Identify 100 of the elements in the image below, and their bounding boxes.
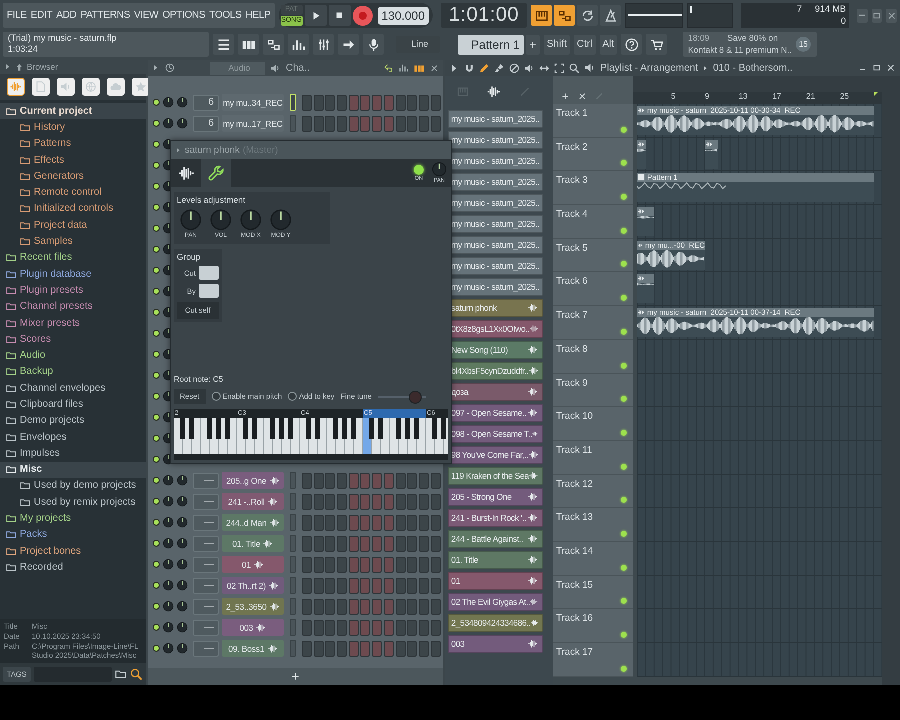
mixer-track-field[interactable]: — <box>193 536 219 552</box>
browser-item[interactable]: Demo projects <box>0 412 146 429</box>
browser-item[interactable]: Envelopes <box>0 428 146 446</box>
browser-item[interactable]: Scores <box>0 331 146 348</box>
browser-item[interactable]: Samples <box>0 233 146 250</box>
track-header[interactable]: Track 10 <box>553 407 634 441</box>
track-header[interactable]: Track 5 <box>553 238 634 272</box>
browser-item[interactable]: Effects <box>0 152 146 168</box>
snap-dropdown[interactable]: Line <box>396 36 440 53</box>
channel-button[interactable]: 02 Th..rt 2) <box>222 577 284 594</box>
track-header[interactable]: Track 11 <box>553 440 634 475</box>
browser-item[interactable]: Used by remix projects <box>0 494 146 510</box>
mixer-track-field[interactable]: 6 <box>193 116 219 132</box>
channel-button[interactable]: 01. Title <box>222 535 284 552</box>
browser-item[interactable]: Initialized controls <box>0 200 146 218</box>
track-header[interactable]: Track 6 <box>553 272 634 306</box>
mixer-track-field[interactable]: — <box>193 620 219 636</box>
browser-item[interactable]: My projects <box>0 510 146 527</box>
clip-source[interactable]: 01 <box>448 572 544 590</box>
browser-item[interactable]: Plugin presets <box>0 282 146 299</box>
browser-item[interactable]: Recorded <box>0 559 146 576</box>
channel-button[interactable]: my mu..17_REC <box>222 115 284 132</box>
track-header[interactable]: Track 4 <box>553 205 634 239</box>
track-header[interactable]: Track 7 <box>553 306 634 340</box>
browser-item[interactable]: Generators <box>0 168 146 184</box>
track-header[interactable]: Track 9 <box>553 374 634 408</box>
browser-item[interactable]: Backup <box>0 364 146 380</box>
mixer-track-field[interactable]: — <box>193 494 219 510</box>
mixer-track-field[interactable]: — <box>193 514 219 530</box>
browser-item[interactable]: Project bones <box>0 543 146 560</box>
menu-item[interactable]: OPTIONS <box>162 10 206 21</box>
clip-source[interactable]: 01. Title <box>448 551 544 569</box>
track-header[interactable]: Track 14 <box>553 542 634 576</box>
clip-source[interactable]: my music - saturn_2025.. <box>448 110 544 128</box>
clip-source[interactable]: 02 The Evil Giygas At.. <box>448 593 544 611</box>
mixer-track-field[interactable]: — <box>193 472 219 488</box>
clip-source[interactable]: 2_534809424334686.. <box>448 614 544 632</box>
mixer-track-field[interactable]: — <box>193 598 219 614</box>
track-header[interactable]: Track 15 <box>553 576 634 610</box>
browser-item[interactable]: Used by demo projects <box>0 478 146 494</box>
browser-item[interactable]: History <box>0 119 146 136</box>
browser-item[interactable]: Channel envelopes <box>0 380 146 396</box>
item-label: My projects <box>20 513 72 524</box>
clip-source[interactable]: 003 <box>448 635 544 653</box>
add-pattern-button[interactable]: + <box>526 34 540 54</box>
track-header[interactable]: Track 1 <box>553 104 634 138</box>
modifier-key[interactable]: Shift <box>544 34 570 54</box>
track-header[interactable]: Track 3 <box>553 171 634 206</box>
add-channel-button[interactable]: + <box>292 669 300 684</box>
browser-item[interactable]: Plugin database <box>0 266 146 282</box>
menu-item[interactable]: FILE <box>7 10 27 21</box>
mixer-track-field[interactable]: — <box>193 556 219 572</box>
clip-source[interactable]: my music - saturn_2025.. <box>448 131 544 149</box>
clip-source[interactable]: 205 - Strong One <box>448 488 544 506</box>
browser-item[interactable]: Impulses <box>0 445 146 462</box>
browser-item[interactable]: Mixer presets <box>0 314 146 332</box>
track-header[interactable]: Track 8 <box>553 340 634 374</box>
clip-source[interactable]: 244 - Battle Against.. <box>448 530 544 548</box>
track-header[interactable]: Track 13 <box>553 508 634 542</box>
tempo-display[interactable]: 130.000 <box>378 6 430 24</box>
browser-item[interactable]: Packs <box>0 526 146 544</box>
browser-item[interactable]: Audio <box>0 347 146 364</box>
item-label: Audio <box>20 350 46 362</box>
browser-item[interactable]: Project data <box>0 217 146 234</box>
channel-button[interactable]: 205..g One <box>222 472 284 489</box>
clip-source[interactable]: 241 - Burst-In Rock '.. <box>448 509 544 527</box>
channel-button[interactable]: 01 <box>222 556 284 573</box>
browser-item[interactable]: Recent files <box>0 250 146 266</box>
item-label: Remote control <box>34 187 102 198</box>
menu-item[interactable]: ADD <box>56 10 77 21</box>
menu-item[interactable]: VIEW <box>134 10 159 21</box>
browser-item[interactable]: Misc <box>0 462 146 478</box>
track-header[interactable]: Track 12 <box>553 474 634 508</box>
menu-item[interactable]: TOOLS <box>209 10 242 21</box>
menu-item[interactable]: EDIT <box>30 10 53 21</box>
browser-item[interactable]: Patterns <box>0 136 146 152</box>
menu-item[interactable]: HELP <box>246 10 271 21</box>
mixer-track-field[interactable]: — <box>193 640 219 656</box>
mixer-track-field[interactable]: — <box>193 578 219 594</box>
news-panel[interactable]: 18:09 Save 80% on 15 Kontakt 8 & 11 premium N.. <box>683 32 818 57</box>
channel-button[interactable]: 09. Boss1 <box>222 640 284 657</box>
modifier-key[interactable]: Ctrl <box>574 34 596 54</box>
browser-item[interactable]: Channel presets <box>0 298 146 315</box>
channel-button[interactable]: 003 <box>222 619 284 636</box>
channel-button[interactable]: my mu..34_REC <box>222 94 284 111</box>
track-header[interactable]: Track 17 <box>553 643 634 677</box>
track-header[interactable]: Track 16 <box>553 609 634 643</box>
modifier-key[interactable]: Alt <box>600 34 618 54</box>
browser-item[interactable]: Current project <box>0 103 146 120</box>
browser-item[interactable]: Remote control <box>0 184 146 201</box>
clip-source[interactable]: 119 Kraken of the Sea <box>448 467 544 485</box>
item-label: Generators <box>34 170 84 182</box>
channel-button[interactable]: 241 -..Roll <box>222 493 284 510</box>
channel-button[interactable]: 244..d Man <box>222 514 284 531</box>
track-header[interactable]: Track 2 <box>553 138 634 172</box>
browser-item[interactable]: Clipboard files <box>0 396 146 413</box>
channel-button[interactable]: 2_53..3650 <box>222 598 284 615</box>
pattern-selector[interactable]: Pattern 1 <box>458 34 524 54</box>
menu-item[interactable]: PATTERNS <box>80 10 130 21</box>
mixer-track-field[interactable]: 6 <box>193 94 219 110</box>
